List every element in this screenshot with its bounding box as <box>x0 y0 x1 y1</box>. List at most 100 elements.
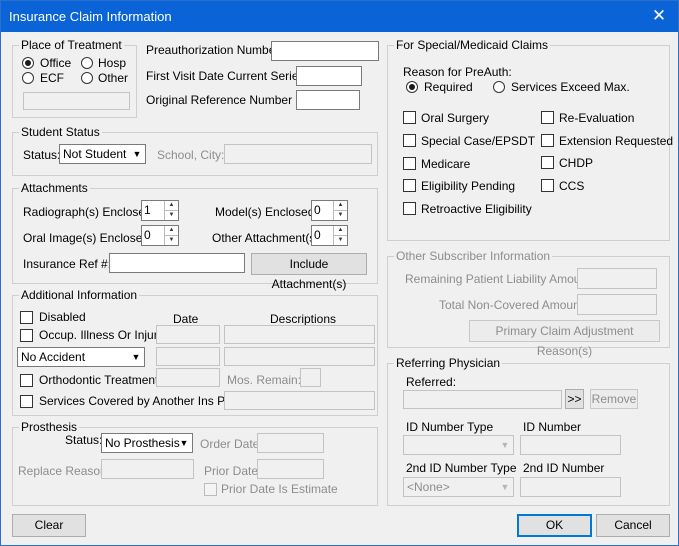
oral-surgery-checkbox[interactable] <box>403 111 416 124</box>
occup-date-input[interactable] <box>156 325 220 344</box>
remaining-liability-label: Remaining Patient Liability Amount: <box>405 272 594 286</box>
second-id-type-select[interactable]: <None> ▼ <box>403 477 514 497</box>
orthodontic-date-input[interactable] <box>156 368 220 387</box>
oral-surgery-label: Oral Surgery <box>421 111 490 125</box>
occup-illness-label: Occup. Illness Or Injury : <box>39 328 171 342</box>
other-attachments-spinner[interactable]: 0 ▲ ▼ <box>311 225 348 246</box>
spin-down-icon[interactable]: ▼ <box>164 235 178 245</box>
eligibility-pending-checkbox[interactable] <box>403 179 416 192</box>
radiographs-spinner[interactable]: 1 ▲ ▼ <box>141 200 179 221</box>
prosthesis-caption: Prosthesis <box>19 420 80 434</box>
insurance-ref-input[interactable] <box>109 253 245 273</box>
spin-up-icon[interactable]: ▲ <box>164 226 178 236</box>
attachments-caption: Attachments <box>19 181 90 195</box>
spin-down-icon[interactable]: ▼ <box>333 210 347 220</box>
special-case-epsdt-label: Special Case/EPSDT <box>421 134 536 148</box>
first-visit-label: First Visit Date Current Series: <box>146 69 308 83</box>
order-date-input[interactable] <box>257 433 324 453</box>
retroactive-eligibility-checkbox[interactable] <box>403 202 416 215</box>
total-noncovered-label: Total Non-Covered Amount: <box>439 298 587 312</box>
id-number-input[interactable] <box>520 435 621 455</box>
referred-input[interactable] <box>403 390 562 409</box>
spin-up-icon[interactable]: ▲ <box>333 226 347 236</box>
extension-requested-checkbox[interactable] <box>541 134 554 147</box>
order-date-label: Order Date: <box>200 437 263 451</box>
preauth-number-input[interactable] <box>271 41 379 61</box>
accident-value: No Accident <box>21 350 86 364</box>
chevron-down-icon: ▼ <box>179 438 189 448</box>
clear-button[interactable]: Clear <box>12 514 86 537</box>
orthodontic-label: Orthodontic Treatment: <box>39 373 162 387</box>
oral-images-value: 0 <box>144 228 151 242</box>
additional-info-caption: Additional Information <box>19 288 140 302</box>
occup-desc-input[interactable] <box>224 325 375 344</box>
required-radio[interactable] <box>406 81 418 93</box>
referred-label: Referred: <box>406 375 457 389</box>
spin-up-icon[interactable]: ▲ <box>164 201 178 211</box>
chdp-checkbox[interactable] <box>541 156 554 169</box>
id-number-type-label: ID Number Type <box>406 420 494 434</box>
chevron-down-icon: ▼ <box>131 352 141 362</box>
place-of-treatment-caption: Place of Treatment <box>19 38 124 52</box>
accident-select[interactable]: No Accident ▼ <box>17 347 145 367</box>
other-subscriber-caption: Other Subscriber Information <box>394 249 553 263</box>
replace-reason-input[interactable] <box>101 459 194 479</box>
spin-down-icon[interactable]: ▼ <box>164 210 178 220</box>
accident-date-input[interactable] <box>156 347 220 366</box>
spin-up-icon[interactable]: ▲ <box>333 201 347 211</box>
title-bar: Insurance Claim Information ✕ <box>1 1 678 32</box>
models-spinner[interactable]: 0 ▲ ▼ <box>311 200 348 221</box>
services-covered-checkbox[interactable] <box>20 395 33 408</box>
total-noncovered-input[interactable] <box>577 294 657 315</box>
models-value: 0 <box>314 203 321 217</box>
second-id-number-input[interactable] <box>520 477 621 497</box>
first-visit-input[interactable] <box>296 66 362 86</box>
office-radio[interactable] <box>22 57 34 69</box>
remove-referred-button[interactable]: Remove <box>590 389 638 409</box>
close-icon[interactable]: ✕ <box>650 6 668 26</box>
services-exceed-radio[interactable] <box>493 81 505 93</box>
ccs-checkbox[interactable] <box>541 179 554 192</box>
orthodontic-checkbox[interactable] <box>20 374 33 387</box>
retroactive-eligibility-label: Retroactive Eligibility <box>421 202 532 216</box>
include-attachments-button[interactable]: Include Attachment(s) <box>251 253 367 291</box>
prior-date-input[interactable] <box>257 459 324 479</box>
referring-physician-caption: Referring Physician <box>394 356 503 370</box>
required-label: Required <box>424 80 473 94</box>
school-city-input[interactable] <box>224 144 372 164</box>
special-case-epsdt-checkbox[interactable] <box>403 134 416 147</box>
browse-referred-button[interactable]: >> <box>565 389 584 409</box>
cancel-button[interactable]: Cancel <box>596 514 670 537</box>
models-label: Model(s) Enclosed : <box>215 205 322 219</box>
ok-button[interactable]: OK <box>517 514 592 537</box>
other-place-input[interactable] <box>23 92 130 110</box>
primary-claim-adjustment-button[interactable]: Primary Claim Adjustment Reason(s) <box>469 320 660 358</box>
prosthesis-status-select[interactable]: No Prosthesis ▼ <box>101 433 193 453</box>
accident-desc-input[interactable] <box>224 347 375 366</box>
special-medicaid-caption: For Special/Medicaid Claims <box>394 38 551 52</box>
disabled-checkbox[interactable] <box>20 311 33 324</box>
hosp-radio[interactable] <box>81 57 93 69</box>
remaining-liability-input[interactable] <box>577 268 657 289</box>
insurance-ref-label: Insurance Ref #: <box>23 257 112 271</box>
re-evaluation-checkbox[interactable] <box>541 111 554 124</box>
second-id-type-label: 2nd ID Number Type <box>406 461 517 475</box>
insurance-claim-dialog: Insurance Claim Information ✕ Place of T… <box>0 0 679 546</box>
mos-remain-input[interactable] <box>300 368 321 387</box>
chevron-down-icon: ▼ <box>500 440 510 450</box>
orig-ref-input[interactable] <box>296 90 360 110</box>
id-number-type-select[interactable]: ▼ <box>403 435 514 455</box>
ecf-radio[interactable] <box>22 72 34 84</box>
occup-illness-checkbox[interactable] <box>20 329 33 342</box>
oral-images-spinner[interactable]: 0 ▲ ▼ <box>141 225 179 246</box>
prior-date-estimate-checkbox[interactable] <box>204 483 217 496</box>
other-attachments-value: 0 <box>314 228 321 242</box>
id-number-label: ID Number <box>523 420 582 434</box>
medicare-checkbox[interactable] <box>403 157 416 170</box>
spin-down-icon[interactable]: ▼ <box>333 235 347 245</box>
eligibility-pending-label: Eligibility Pending <box>421 179 516 193</box>
other-radio[interactable] <box>81 72 93 84</box>
student-status-select[interactable]: Not Student ▼ <box>59 144 146 164</box>
radiographs-value: 1 <box>144 203 151 217</box>
services-covered-input[interactable] <box>224 391 375 410</box>
